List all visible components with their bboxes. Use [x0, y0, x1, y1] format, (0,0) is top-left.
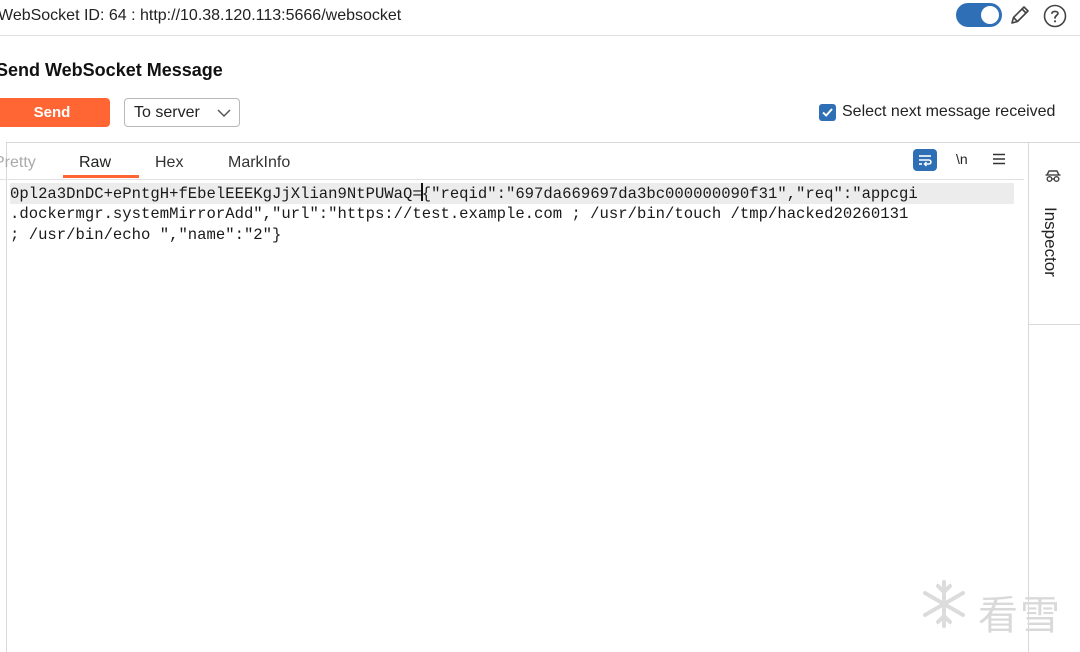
code-line: 0pl2a3DnDC+ePntgH+fEbelEEEKgJjXlian9NtPU… [10, 183, 1014, 204]
top-bar: WebSocket ID: 64 : http://10.38.120.113:… [0, 0, 1080, 36]
code-text: 0pl2a3DnDC+ePntgH+fEbelEEEKgJjXlian9NtPU… [10, 185, 422, 203]
select-next-checkbox[interactable] [819, 103, 836, 121]
pencil-icon[interactable] [1008, 3, 1032, 27]
section-title: Send WebSocket Message [0, 60, 223, 80]
intercept-toggle[interactable] [956, 3, 1002, 27]
hamburger-menu-icon[interactable] [992, 153, 1006, 165]
tab-pretty[interactable]: Pretty [0, 154, 36, 172]
editor-tabs: Pretty Raw Hex MarkInfo [0, 142, 1024, 180]
direction-value: To server [134, 103, 200, 121]
checkmark-icon [822, 107, 833, 117]
select-next-option[interactable]: Select next message received [819, 103, 1055, 121]
toggle-knob [981, 6, 999, 24]
inspector-label[interactable]: Inspector [1040, 207, 1060, 277]
websocket-title: WebSocket ID: 64 : http://10.38.120.113:… [0, 7, 402, 24]
tab-hex[interactable]: Hex [155, 154, 183, 172]
code-line: ; /usr/bin/echo ","name":"2"} [10, 226, 282, 244]
send-button[interactable]: Send [0, 98, 110, 127]
help-circle-icon[interactable] [1043, 4, 1067, 28]
inspector-icon[interactable] [1043, 166, 1063, 186]
code-line: .dockermgr.systemMirrorAdd","url":"https… [10, 205, 909, 223]
word-wrap-button[interactable] [913, 149, 937, 171]
tab-raw[interactable]: Raw [79, 154, 111, 172]
websocket-message-page: WebSocket ID: 64 : http://10.38.120.113:… [0, 0, 1080, 652]
show-newlines-button[interactable]: \n [956, 151, 968, 167]
chevron-down-icon [217, 109, 231, 118]
direction-select[interactable]: To server [124, 98, 240, 127]
wrap-icon [919, 155, 932, 167]
active-tab-indicator [63, 175, 139, 178]
watermark-text: 看雪 [978, 594, 1062, 638]
code-text: {"reqid":"697da669697da3bc000000090f31",… [421, 185, 918, 203]
tab-markinfo[interactable]: MarkInfo [228, 154, 290, 172]
message-body-editor[interactable]: 0pl2a3DnDC+ePntgH+fEbelEEEKgJjXlian9NtPU… [10, 183, 1014, 246]
snowflake-logo-icon [923, 580, 965, 628]
select-next-label: Select next message received [842, 103, 1056, 120]
